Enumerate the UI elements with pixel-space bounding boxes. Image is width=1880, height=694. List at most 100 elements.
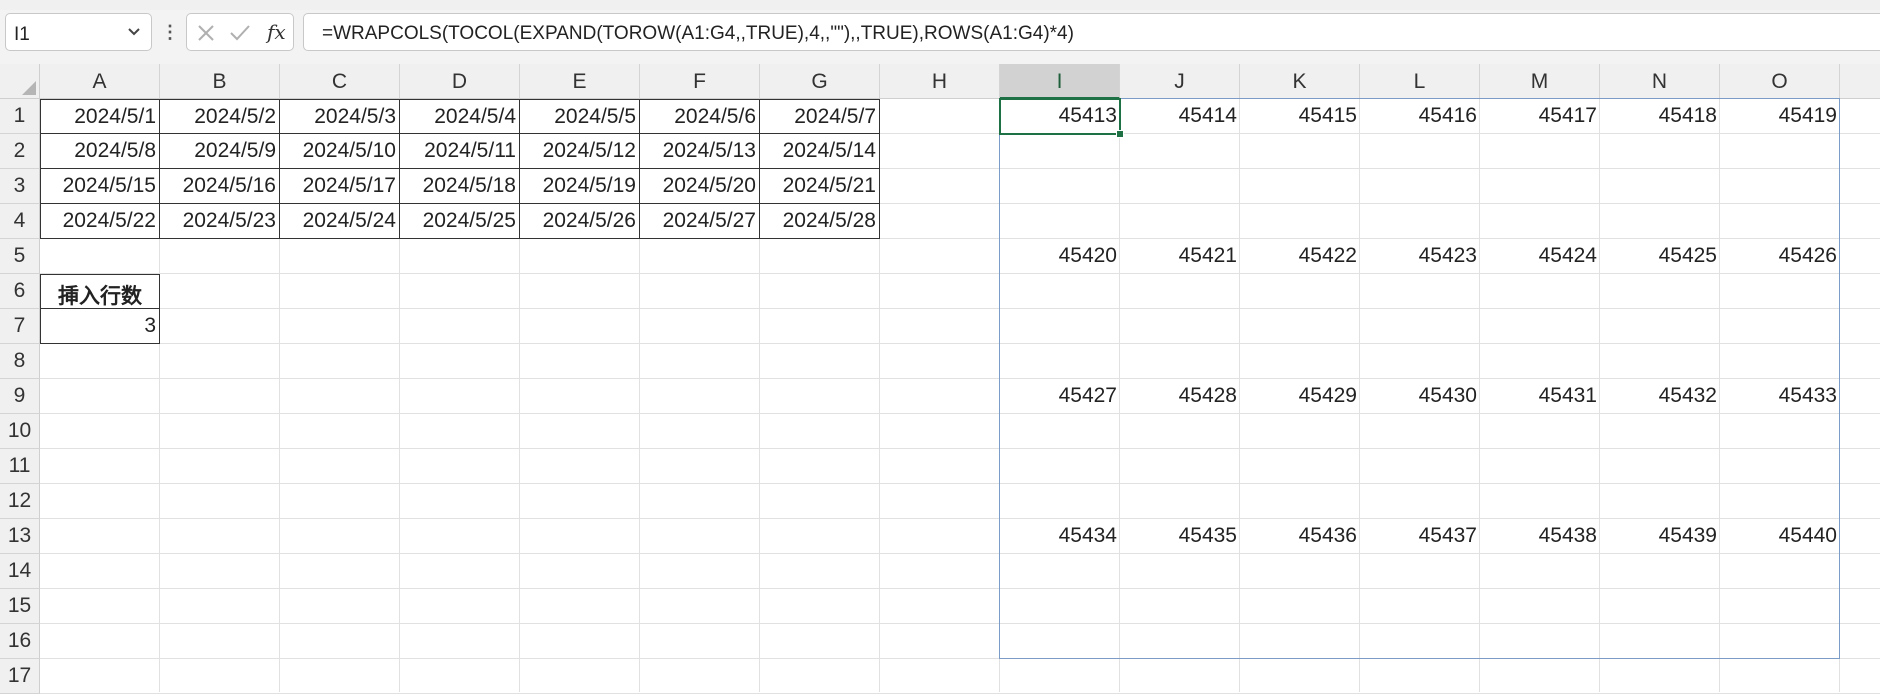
date-cell[interactable]: 2024/5/9	[160, 134, 280, 169]
column-header-e[interactable]: E	[520, 64, 640, 99]
fill-handle[interactable]	[1116, 130, 1124, 138]
date-cell[interactable]: 2024/5/6	[640, 99, 760, 134]
date-cell[interactable]: 2024/5/15	[40, 169, 160, 204]
date-cell[interactable]: 2024/5/16	[160, 169, 280, 204]
date-cell[interactable]: 2024/5/3	[280, 99, 400, 134]
column-header-p[interactable]: P	[1840, 64, 1880, 99]
active-cell-indicator[interactable]	[999, 98, 1121, 135]
row-header-10[interactable]: 10	[0, 414, 40, 449]
column-header-h[interactable]: H	[880, 64, 1000, 99]
column-header-d[interactable]: D	[400, 64, 520, 99]
row-header-15[interactable]: 15	[0, 589, 40, 624]
date-cell[interactable]: 2024/5/10	[280, 134, 400, 169]
cell-value: 2024/5/25	[422, 209, 516, 232]
name-box-value: I1	[14, 24, 30, 45]
date-cell[interactable]: 2024/5/28	[760, 204, 880, 239]
column-header-b[interactable]: B	[160, 64, 280, 99]
row-header-6[interactable]: 6	[0, 274, 40, 309]
row-header-8[interactable]: 8	[0, 344, 40, 379]
cell-value: 2024/5/4	[434, 105, 516, 128]
cell-value: 2024/5/20	[662, 174, 756, 197]
row-header-2[interactable]: 2	[0, 134, 40, 169]
cell-value: 2024/5/28	[782, 209, 876, 232]
row-header-14[interactable]: 14	[0, 554, 40, 589]
row-number: 1	[13, 104, 26, 127]
column-header-a[interactable]: A	[40, 64, 160, 99]
cell-value: 2024/5/16	[182, 174, 276, 197]
date-cell[interactable]: 2024/5/24	[280, 204, 400, 239]
cell-value: 2024/5/12	[542, 139, 636, 162]
name-box[interactable]: I1	[5, 13, 152, 51]
date-cell[interactable]: 2024/5/11	[400, 134, 520, 169]
spill-range-border	[999, 98, 1840, 659]
row-header-11[interactable]: 11	[0, 449, 40, 484]
column-header-j[interactable]: J	[1120, 64, 1240, 99]
row-header-5[interactable]: 5	[0, 239, 40, 274]
date-cell[interactable]: 2024/5/22	[40, 204, 160, 239]
insert-function-icon[interactable]: fx	[267, 20, 286, 44]
date-cell[interactable]: 2024/5/14	[760, 134, 880, 169]
column-header-n[interactable]: N	[1600, 64, 1720, 99]
cancel-icon[interactable]	[197, 24, 215, 42]
date-cell[interactable]: 2024/5/19	[520, 169, 640, 204]
cell-value: 2024/5/17	[302, 174, 396, 197]
date-cell[interactable]: 2024/5/7	[760, 99, 880, 134]
cell-value: 2024/5/8	[74, 139, 156, 162]
enter-check-icon[interactable]	[229, 24, 251, 42]
date-cell[interactable]: 2024/5/2	[160, 99, 280, 134]
date-cell[interactable]: 2024/5/1	[40, 99, 160, 134]
row-number: 7	[13, 314, 26, 337]
date-cell[interactable]: 2024/5/4	[400, 99, 520, 134]
insert-rows-value[interactable]: 3	[40, 309, 160, 344]
row-header-13[interactable]: 13	[0, 519, 40, 554]
row-header-7[interactable]: 7	[0, 309, 40, 344]
column-header-i[interactable]: I	[1000, 64, 1120, 99]
date-cell[interactable]: 2024/5/26	[520, 204, 640, 239]
cell-value: 2024/5/22	[62, 209, 156, 232]
date-cell[interactable]: 2024/5/5	[520, 99, 640, 134]
spreadsheet-grid[interactable]: ABCDEFGHIJKLMNOP123456789101112131415161…	[0, 64, 1880, 694]
date-cell[interactable]: 2024/5/21	[760, 169, 880, 204]
date-cell[interactable]: 2024/5/25	[400, 204, 520, 239]
column-header-f[interactable]: F	[640, 64, 760, 99]
row-header-17[interactable]: 17	[0, 659, 40, 694]
cell-value: 2024/5/23	[182, 209, 276, 232]
cell-value: 3	[144, 314, 156, 337]
column-header-g[interactable]: G	[760, 64, 880, 99]
chevron-down-icon[interactable]	[127, 27, 141, 37]
row-number: 2	[13, 139, 26, 162]
row-number: 11	[8, 454, 31, 477]
column-header-c[interactable]: C	[280, 64, 400, 99]
row-header-3[interactable]: 3	[0, 169, 40, 204]
date-cell[interactable]: 2024/5/8	[40, 134, 160, 169]
cell-value: 2024/5/11	[424, 139, 516, 162]
formula-input[interactable]: =WRAPCOLS(TOCOL(EXPAND(TOROW(A1:G4,,TRUE…	[303, 13, 1880, 51]
insert-rows-label[interactable]: 挿入行数	[40, 274, 160, 309]
date-cell[interactable]: 2024/5/12	[520, 134, 640, 169]
column-header-m[interactable]: M	[1480, 64, 1600, 99]
row-header-4[interactable]: 4	[0, 204, 40, 239]
cell-value: 2024/5/3	[314, 105, 396, 128]
cell-value: 2024/5/10	[302, 139, 396, 162]
date-cell[interactable]: 2024/5/18	[400, 169, 520, 204]
row-header-16[interactable]: 16	[0, 624, 40, 659]
column-header-o[interactable]: O	[1720, 64, 1840, 99]
more-options-icon[interactable]: ⋮	[161, 22, 179, 43]
column-header-l[interactable]: L	[1360, 64, 1480, 99]
row-number: 8	[13, 349, 26, 372]
date-cell[interactable]: 2024/5/13	[640, 134, 760, 169]
date-cell[interactable]: 2024/5/23	[160, 204, 280, 239]
row-number: 3	[13, 174, 26, 197]
row-header-1[interactable]: 1	[0, 99, 40, 134]
row-number: 6	[13, 279, 26, 302]
cell-value: 2024/5/2	[194, 105, 276, 128]
column-header-k[interactable]: K	[1240, 64, 1360, 99]
select-all-button[interactable]	[0, 64, 40, 99]
date-cell[interactable]: 2024/5/17	[280, 169, 400, 204]
date-cell[interactable]: 2024/5/27	[640, 204, 760, 239]
cell-value: 2024/5/14	[782, 139, 876, 162]
date-cell[interactable]: 2024/5/20	[640, 169, 760, 204]
row-header-12[interactable]: 12	[0, 484, 40, 519]
row-number: 10	[7, 419, 32, 442]
row-header-9[interactable]: 9	[0, 379, 40, 414]
